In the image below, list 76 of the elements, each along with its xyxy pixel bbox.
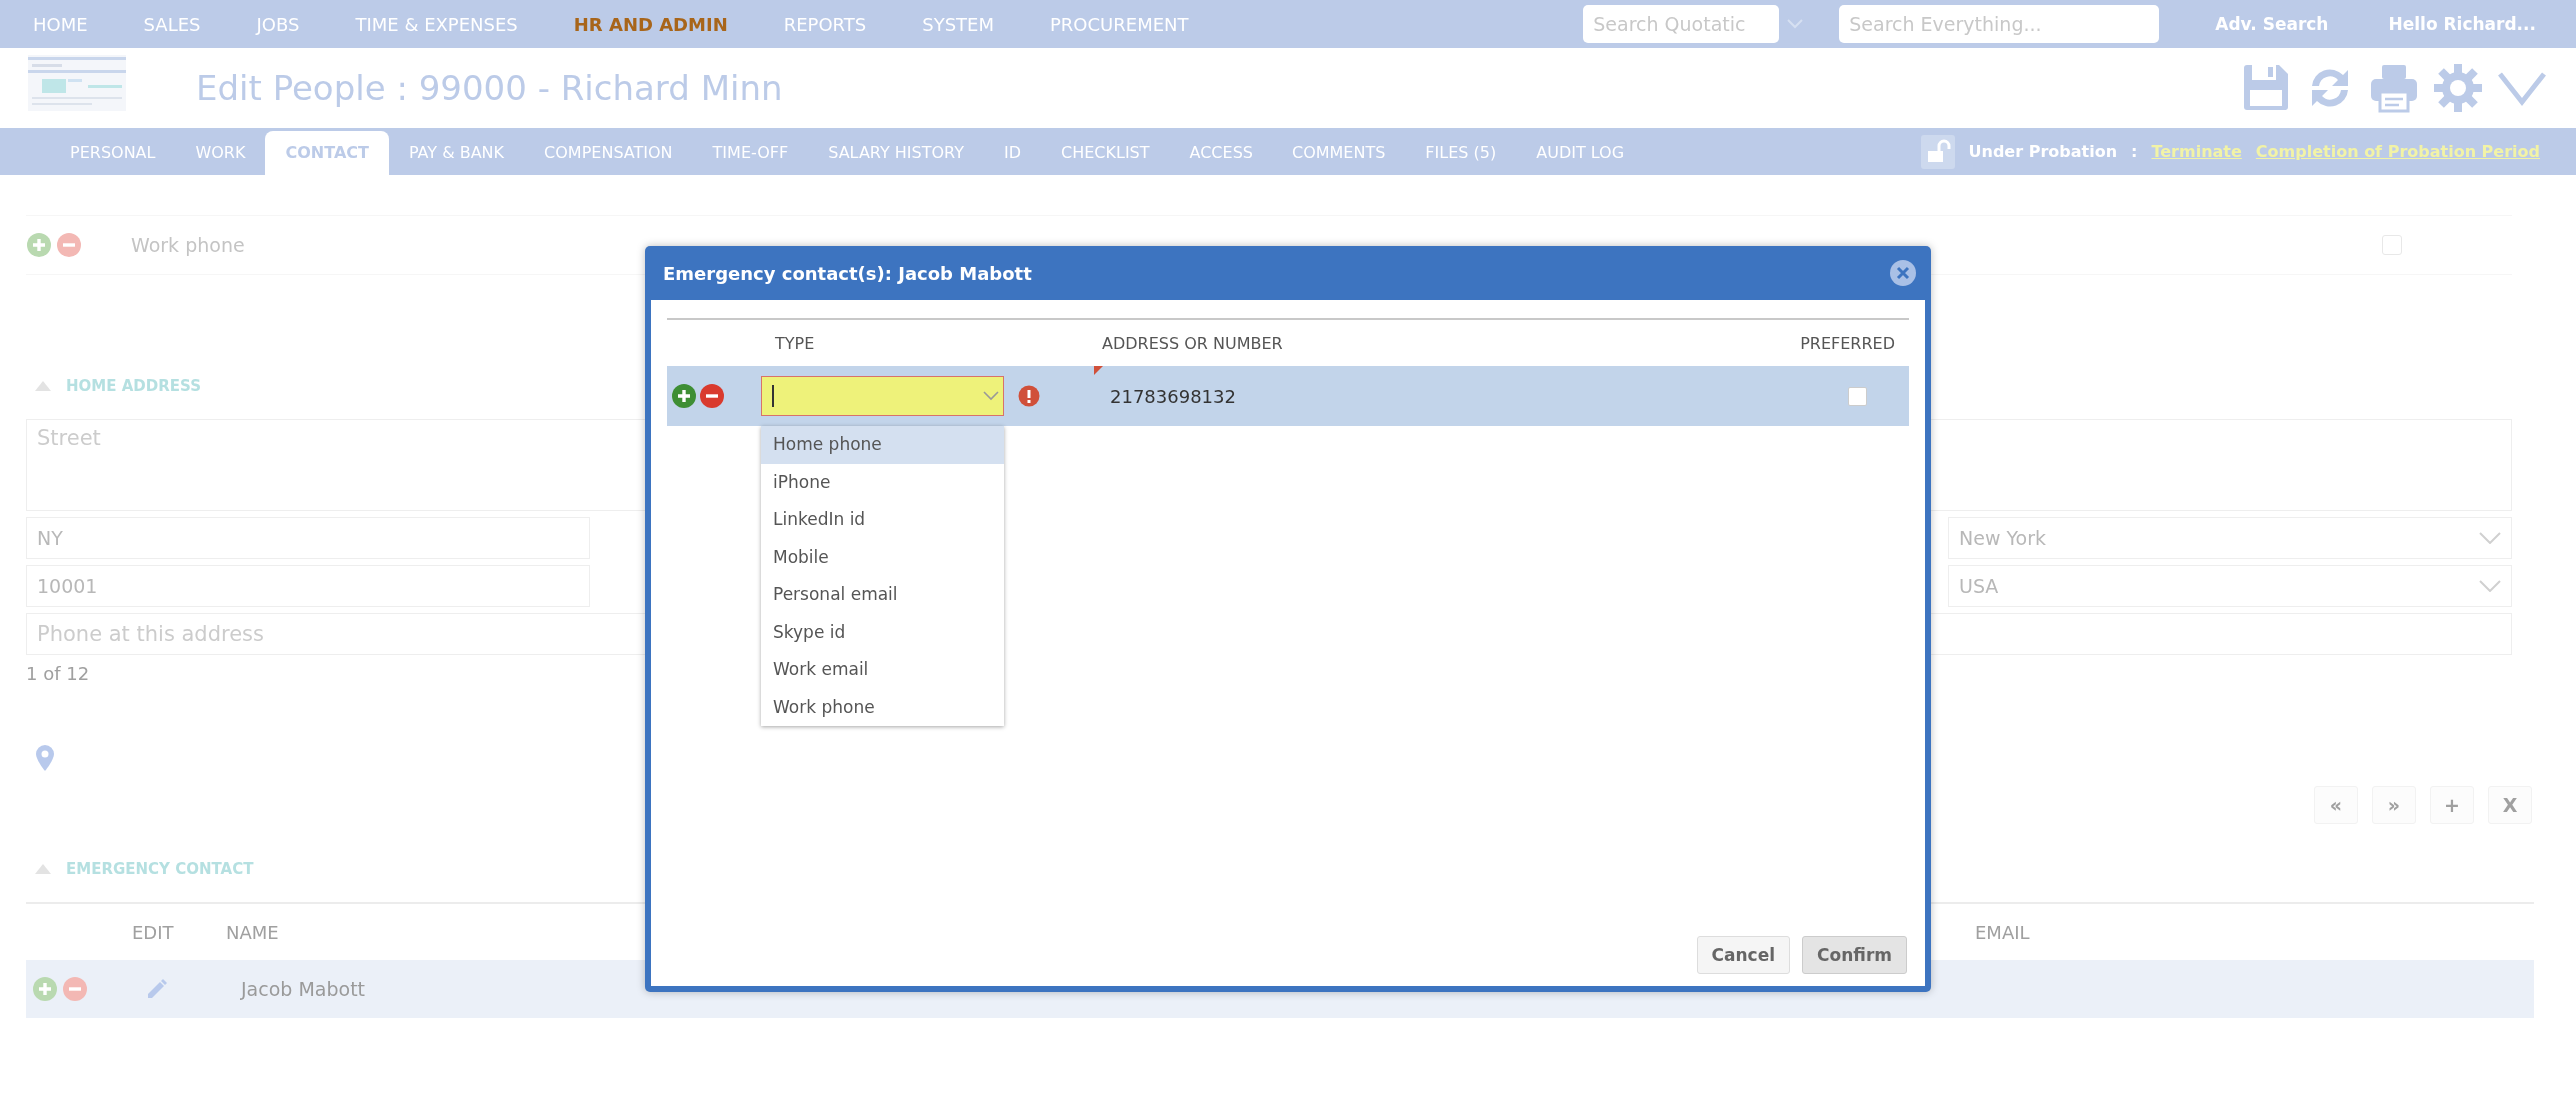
collapse-icon[interactable] (34, 863, 52, 875)
country-dropdown[interactable]: USA (1948, 565, 2512, 607)
tab[interactable]: WORK (175, 131, 266, 175)
dropdown-option[interactable]: iPhone (761, 463, 1004, 501)
map-pin-icon[interactable] (35, 744, 55, 772)
remove-icon[interactable] (699, 383, 725, 409)
print-icon[interactable] (2368, 62, 2420, 114)
dialog-title: Emergency contact(s): Jacob Mabott (663, 262, 1032, 284)
chevron-down-icon[interactable] (1787, 19, 1804, 29)
preferred-checkbox[interactable] (1848, 387, 1867, 406)
column-header: EMAIL (1975, 921, 2031, 943)
settings-icon[interactable] (2432, 62, 2484, 114)
column-header: PREFERRED (1799, 333, 1896, 353)
zip-field[interactable]: 10001 (26, 565, 590, 607)
nav-link[interactable]: TIME & EXPENSES (355, 13, 518, 35)
nav-link[interactable]: HR AND ADMIN (573, 13, 728, 35)
cancel-button[interactable]: Cancel (1696, 936, 1791, 974)
tab[interactable]: CONTACT (265, 131, 389, 175)
tab[interactable]: PAY & BANK (388, 131, 525, 175)
tab[interactable]: CHECKLIST (1041, 131, 1170, 175)
column-header: TYPE (775, 333, 816, 353)
pager-button[interactable]: » (2372, 786, 2416, 824)
unlock-icon[interactable] (1920, 134, 1955, 169)
column-header: EDIT (132, 921, 175, 943)
section-title: EMERGENCY CONTACT (66, 860, 254, 878)
tab[interactable]: FILES (5) (1405, 131, 1517, 175)
table-cell: Jacob Mabott (241, 978, 366, 1000)
tab[interactable]: ID (983, 131, 1041, 175)
nav-link[interactable]: HOME (33, 13, 88, 35)
nav-link[interactable]: JOBS (256, 13, 300, 35)
nav-link[interactable]: SALES (143, 13, 201, 35)
tab[interactable]: COMMENTS (1272, 131, 1406, 175)
changed-marker-icon (1094, 366, 1103, 375)
add-icon[interactable] (671, 383, 697, 409)
record-count: 1 of 12 (26, 663, 90, 684)
probation-status: Under Probation (1968, 142, 2118, 161)
dropdown-option[interactable]: Mobile (761, 538, 1004, 576)
tab[interactable]: AUDIT LOG (1516, 131, 1645, 175)
probation-link[interactable]: Completion of Probation Period (2255, 142, 2540, 161)
separator-text: : (2131, 142, 2138, 161)
tab[interactable]: ACCESS (1169, 131, 1273, 175)
collapse-icon[interactable] (34, 380, 52, 392)
dropdown-option[interactable]: Home phone (761, 426, 1004, 464)
chevron-down-icon[interactable] (2479, 580, 2501, 592)
probation-link[interactable]: Terminate (2151, 142, 2242, 161)
dropdown-option[interactable]: Skype id (761, 613, 1004, 651)
tab[interactable]: SALARY HISTORY (808, 131, 984, 175)
nav-link[interactable]: REPORTS (783, 13, 867, 35)
contact-type-label: Work phone (131, 234, 245, 256)
confirm-button[interactable]: Confirm (1802, 936, 1907, 974)
adv-search-link[interactable]: Adv. Search (2215, 14, 2329, 34)
error-icon (1018, 385, 1040, 407)
dropdown-option[interactable]: Personal email (761, 576, 1004, 614)
close-icon[interactable] (1889, 259, 1917, 287)
pencil-icon[interactable] (145, 977, 169, 1001)
type-combo-box[interactable] (761, 376, 1004, 416)
city-dropdown[interactable]: New York (1948, 517, 2512, 559)
pager-button[interactable]: X (2488, 786, 2532, 824)
tab[interactable]: PERSONAL (50, 131, 176, 175)
pager-button[interactable]: « (2314, 786, 2358, 824)
nav-link[interactable]: PROCUREMENT (1050, 13, 1189, 35)
section-title: HOME ADDRESS (66, 377, 201, 395)
nav-link[interactable]: SYSTEM (922, 13, 994, 35)
page-title: Edit People : 99000 - Richard Minn (196, 68, 783, 108)
dropdown-option[interactable]: LinkedIn id (761, 501, 1004, 539)
pager-button[interactable]: + (2430, 786, 2474, 824)
tab[interactable]: TIME-OFF (692, 131, 809, 175)
column-header: ADDRESS OR NUMBER (1102, 333, 1284, 353)
state-field[interactable]: NY (26, 517, 590, 559)
column-header: NAME (226, 921, 280, 943)
dropdown-option[interactable]: Work email (761, 651, 1004, 689)
dropdown-option[interactable]: Work phone (761, 688, 1004, 726)
user-menu[interactable]: Hello Richard... (2388, 14, 2536, 34)
chevron-down-icon[interactable] (2479, 532, 2501, 544)
table-cell: 21783698132 (1110, 385, 1236, 407)
tab[interactable]: COMPENSATION (524, 131, 693, 175)
